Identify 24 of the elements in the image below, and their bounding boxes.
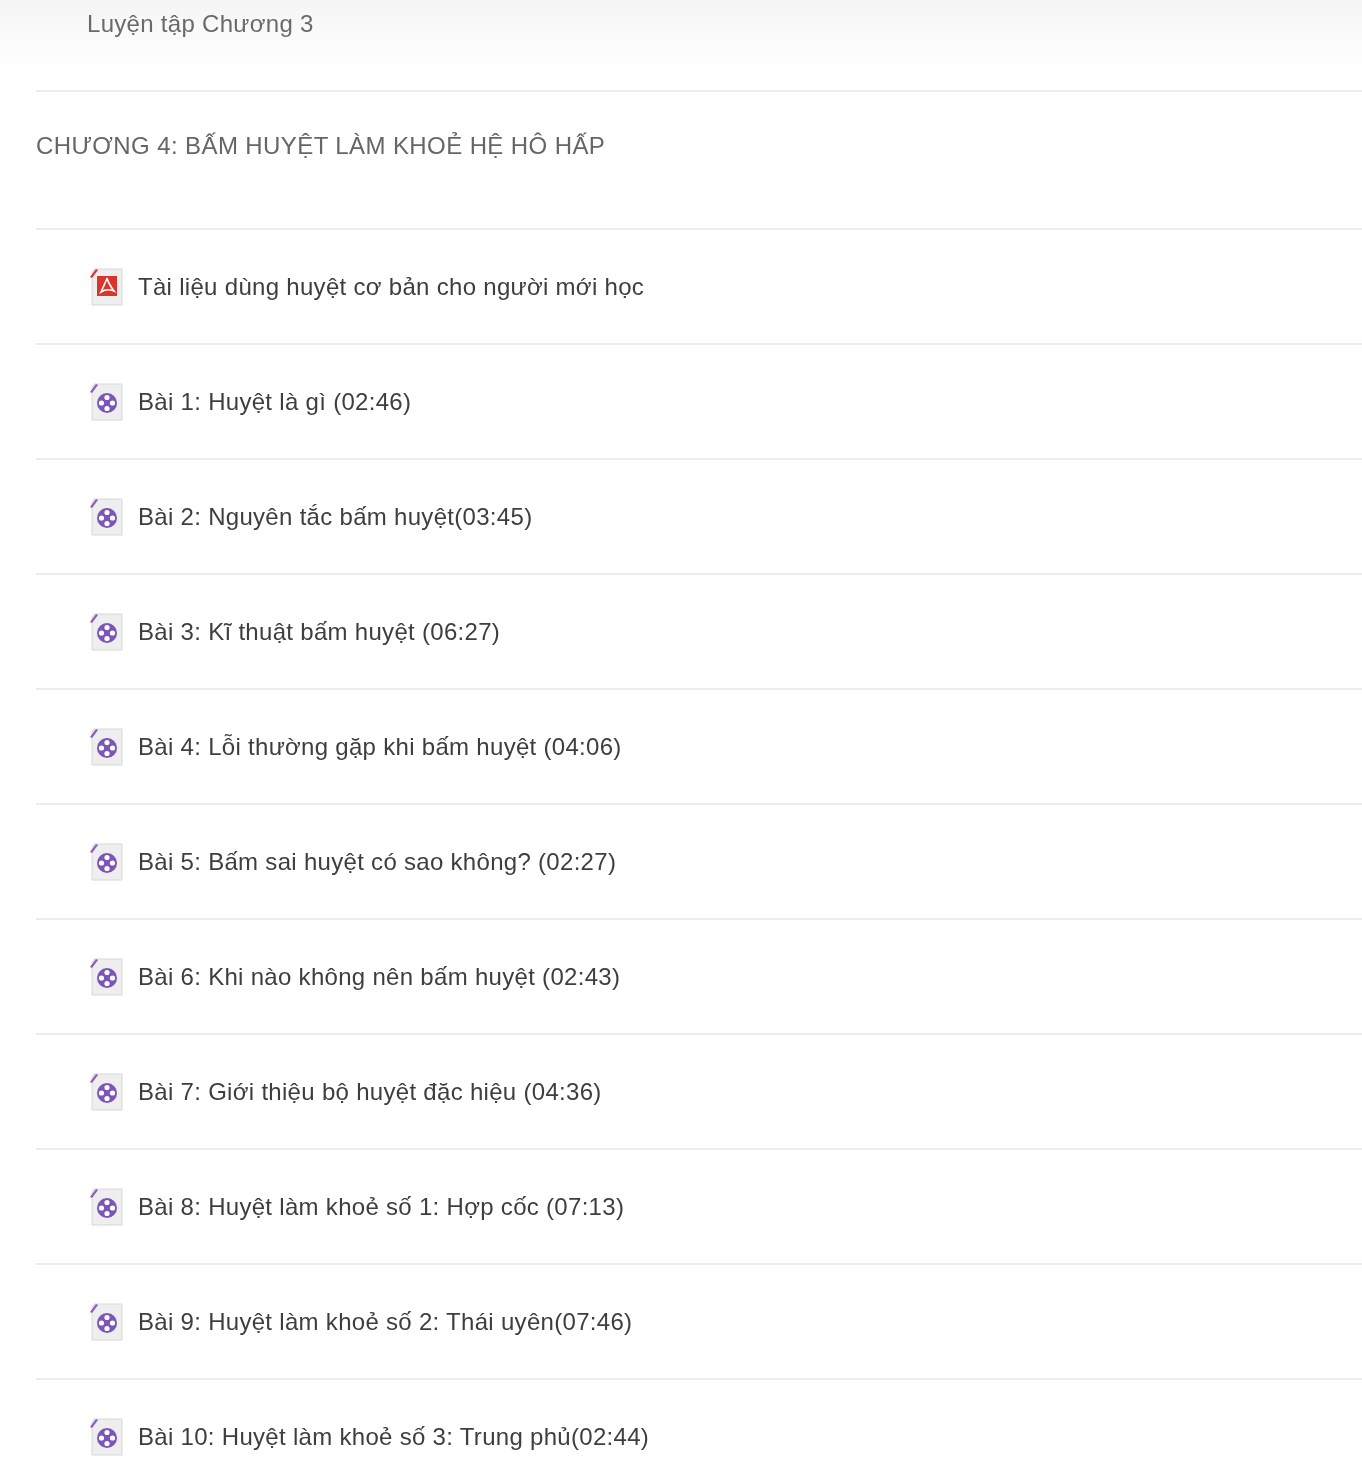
lesson-link[interactable]: Bài 7: Giới thiệu bộ huyệt đặc hiệu (04:36) <box>138 1077 602 1106</box>
lesson-link[interactable]: Bài 5: Bấm sai huyệt có sao không? (02:27) <box>138 847 617 876</box>
lesson-link[interactable]: Bài 10: Huyệt làm khoẻ số 3: Trung phủ(02:44) <box>138 1422 650 1451</box>
lesson-link[interactable]: Bài 9: Huyệt làm khoẻ số 2: Thái uyên(07:46) <box>138 1307 633 1336</box>
pdf-file-icon <box>88 266 126 307</box>
lesson-link[interactable]: Bài 2: Nguyên tắc bấm huyệt(03:45) <box>138 502 533 531</box>
film-reel-icon <box>88 1416 126 1457</box>
film-reel-icon <box>88 1186 126 1227</box>
film-reel-icon <box>88 611 126 652</box>
lesson-link[interactable]: Bài 3: Kĩ thuật bấm huyệt (06:27) <box>138 617 501 646</box>
film-reel-icon <box>88 496 126 537</box>
film-reel-icon <box>88 726 126 767</box>
lesson-link[interactable]: Bài 4: Lỗi thường gặp khi bấm huyệt (04:06) <box>138 732 622 761</box>
film-reel-icon <box>88 841 126 882</box>
section-title: CHƯƠNG 4: BẤM HUYỆT LÀM KHOẺ HỆ HÔ HẤP <box>36 131 606 160</box>
film-reel-icon <box>88 956 126 997</box>
lesson-link[interactable]: Luyện tập Chương 3 <box>87 0 314 38</box>
lesson-link[interactable]: Bài 8: Huyệt làm khoẻ số 1: Hợp cốc (07:13) <box>138 1192 625 1221</box>
film-reel-icon <box>88 1071 126 1112</box>
lesson-link[interactable]: Bài 6: Khi nào không nên bấm huyệt (02:43) <box>138 962 621 991</box>
lesson-link[interactable]: Bài 1: Huyệt là gì (02:46) <box>138 387 412 416</box>
film-reel-icon <box>88 381 126 422</box>
lesson-link[interactable]: Tài liệu dùng huyệt cơ bản cho người mới học <box>138 272 645 301</box>
film-reel-icon <box>88 1301 126 1342</box>
